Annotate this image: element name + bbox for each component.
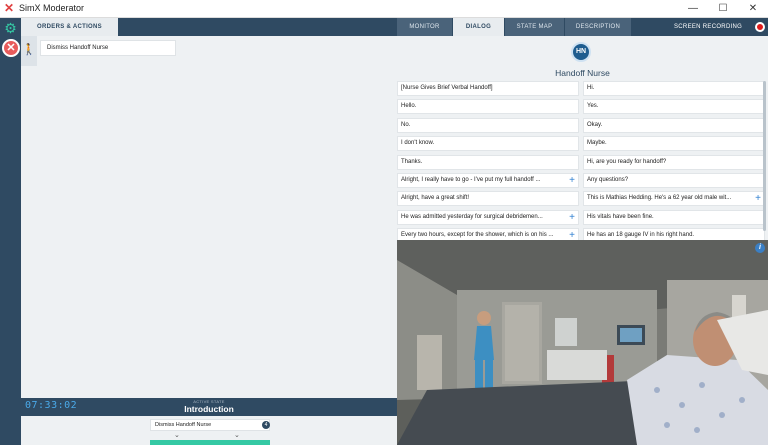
order-item-dismiss-handoff-nurse[interactable]: Dismiss Handoff Nurse: [40, 40, 176, 56]
dialog-option[interactable]: This is Mathias Hedding. He's a 62 year …: [583, 191, 765, 207]
state-actions-area: Dismiss Handoff Nurse 4 ⌄ ⌄: [21, 416, 397, 445]
state-bar: 07:33:02 ACTIVE STATE Introduction: [21, 398, 397, 416]
dialog-option[interactable]: Any questions?: [583, 172, 765, 188]
dialog-option-text: This is Mathias Hedding. He's a 62 year …: [587, 195, 732, 202]
info-icon[interactable]: i: [755, 243, 765, 253]
dialog-option[interactable]: His vitals have been fine.: [583, 209, 765, 225]
active-state-name: Introduction: [184, 404, 234, 414]
tab-monitor[interactable]: MONITOR: [397, 18, 452, 36]
dialog-option-text: Every two hours, except for the shower, …: [401, 232, 554, 239]
learner-dialog-column: [Nurse Gives Brief Verbal Handoff] Hello…: [397, 81, 579, 240]
dialog-option-text: He was admitted yesterday for surgical d…: [401, 213, 543, 220]
plus-icon[interactable]: +: [569, 229, 575, 240]
dialog-option[interactable]: Maybe.: [583, 136, 765, 152]
character-dialog-column: Hi. Yes. Okay. Maybe. Hi, are you ready …: [583, 81, 765, 240]
dialog-option[interactable]: I don't know.: [397, 136, 579, 152]
screen-recording-label: SCREEN RECORDING: [674, 24, 743, 30]
dialog-option[interactable]: Every two hours, except for the shower, …: [397, 228, 579, 240]
avatar: HN: [571, 42, 591, 62]
app-icon: ✕: [4, 1, 15, 15]
transition-bar[interactable]: [150, 440, 270, 445]
state-action-dismiss-handoff-nurse[interactable]: Dismiss Handoff Nurse: [150, 419, 270, 431]
tab-state-map[interactable]: STATE MAP: [505, 18, 564, 36]
orders-actions-panel: 🚶 Dismiss Handoff Nurse: [21, 36, 397, 398]
close-circle-icon[interactable]: ✕: [2, 39, 20, 57]
dialog-option[interactable]: Alright, I really have to go - I've put …: [397, 172, 579, 188]
close-window-button[interactable]: ✕: [738, 0, 768, 18]
dialog-panel: HN Handoff Nurse [Nurse Gives Brief Verb…: [397, 36, 768, 240]
count-badge: 4: [262, 421, 270, 429]
character-name: Handoff Nurse: [555, 68, 610, 78]
left-toolbar: ⚙ ✕: [0, 18, 21, 445]
tab-orders-actions[interactable]: ORDERS & ACTIONS: [21, 18, 118, 36]
dialog-option[interactable]: Hi, are you ready for handoff?: [583, 154, 765, 170]
dialog-option[interactable]: Thanks.: [397, 154, 579, 170]
maximize-button[interactable]: ☐: [708, 0, 738, 18]
dialog-option[interactable]: Hi.: [583, 81, 765, 96]
simx-moderator-window: ✕ SimX Moderator — ☐ ✕ ⚙ ✕ ORDERS & ACTI…: [0, 0, 768, 445]
record-icon[interactable]: [755, 22, 765, 32]
tab-description[interactable]: DESCRIPTION: [565, 18, 631, 36]
dialog-option[interactable]: Yes.: [583, 99, 765, 115]
dialog-option[interactable]: Alright, have a great shift!: [397, 191, 579, 207]
walking-person-icon[interactable]: 🚶: [21, 36, 37, 66]
tab-dialog[interactable]: DIALOG: [453, 18, 504, 36]
dialog-option[interactable]: Okay.: [583, 117, 765, 133]
dialog-option[interactable]: [Nurse Gives Brief Verbal Handoff]: [397, 81, 579, 96]
dialog-scrollbar[interactable]: [763, 81, 766, 231]
window-title: SimX Moderator: [19, 3, 85, 13]
dialog-option[interactable]: He was admitted yesterday for surgical d…: [397, 209, 579, 225]
dialog-option[interactable]: Hello.: [397, 99, 579, 115]
chevron-down-icon[interactable]: ⌄: [234, 431, 240, 439]
tab-bar: ORDERS & ACTIONS MONITOR DIALOG STATE MA…: [21, 18, 768, 36]
chevron-down-icon[interactable]: ⌄: [174, 431, 180, 439]
dialog-option[interactable]: He has an 18 gauge IV in his right hand.: [583, 228, 765, 240]
dialog-option-text: Alright, I really have to go - I've put …: [401, 176, 541, 183]
dialog-option[interactable]: No.: [397, 117, 579, 133]
minimize-button[interactable]: —: [678, 0, 708, 18]
title-bar: ✕ SimX Moderator — ☐ ✕: [0, 0, 768, 18]
simulation-viewport: i: [397, 240, 768, 445]
plus-icon[interactable]: +: [755, 192, 761, 205]
plus-icon[interactable]: +: [569, 211, 575, 224]
gear-icon[interactable]: ⚙: [3, 21, 18, 36]
hospital-room-scene: [397, 240, 768, 445]
plus-icon[interactable]: +: [569, 174, 575, 187]
